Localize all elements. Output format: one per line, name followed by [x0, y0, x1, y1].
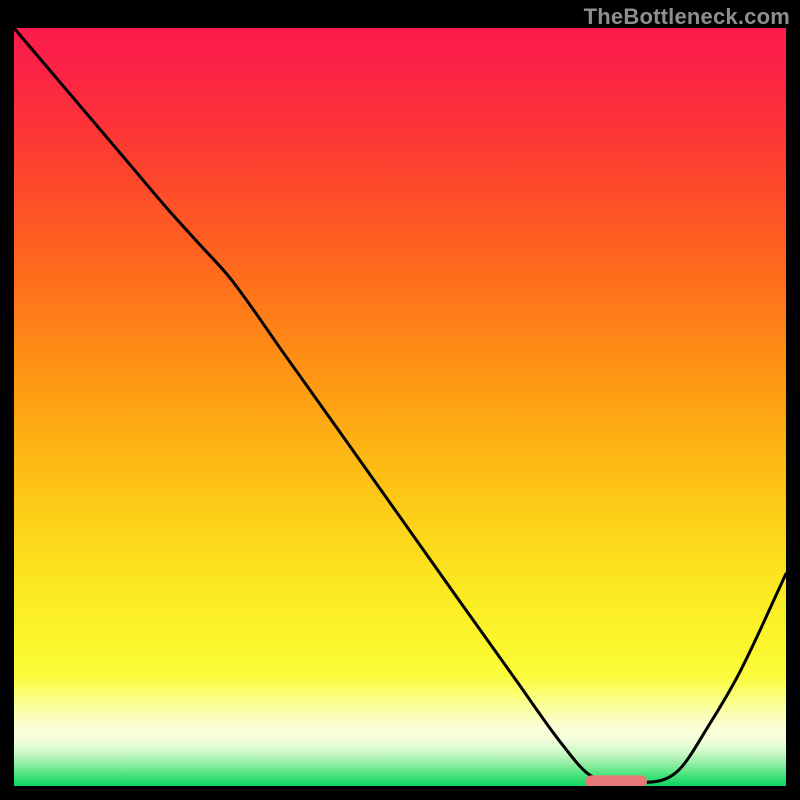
plot-area: [14, 28, 786, 786]
gradient-background: [14, 28, 786, 786]
watermark-text: TheBottleneck.com: [584, 4, 790, 30]
chart-frame: TheBottleneck.com: [0, 0, 800, 800]
optimum-marker: [585, 775, 647, 786]
